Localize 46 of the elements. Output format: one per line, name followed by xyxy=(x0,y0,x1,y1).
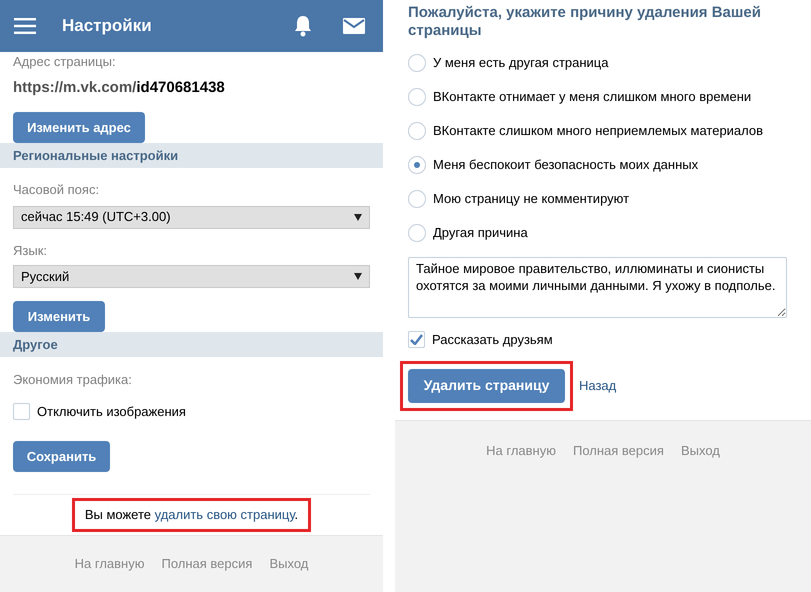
radio-button[interactable] xyxy=(408,156,426,174)
footer-link[interactable]: Полная версия xyxy=(572,440,664,592)
delete-page-link[interactable]: удалить свою страницу xyxy=(154,507,295,522)
button[interactable]: Сохранить xyxy=(13,441,110,472)
field-label: Экономия трафика: xyxy=(12,371,133,389)
radio-label: ВКонтакте отнимает у меня слишком много времени xyxy=(433,88,752,106)
back-link[interactable]: Назад xyxy=(579,376,616,396)
radio-label: ВКонтакте слишком много неприемлемых материалов xyxy=(433,122,764,140)
radio-button[interactable] xyxy=(408,224,426,242)
radio-button[interactable] xyxy=(408,54,426,72)
button[interactable]: Изменить адрес xyxy=(13,112,145,143)
delete-note: Вы можете удалить свою страницу. xyxy=(72,498,312,532)
dropdown-arrow-icon xyxy=(354,273,362,280)
comment-field[interactable]: Тайное мировое правительство, иллюминаты и сионисты охотятся за моими личными данными. Я ухожу в подполье. xyxy=(408,257,787,318)
field-label: Адрес страницы: xyxy=(12,53,117,71)
radio-label: Меня беспокоит безопасность моих данных xyxy=(433,156,698,174)
checkbox[interactable] xyxy=(408,331,425,348)
form-title: Пожалуйста, укажите причину удаления Вашей страницы xyxy=(407,3,762,40)
field-label: Часовой пояс: xyxy=(12,181,100,199)
section-header: Другое xyxy=(0,332,383,357)
bell-icon[interactable] xyxy=(293,15,313,37)
radio-button[interactable] xyxy=(408,122,426,140)
dropdown-arrow-icon xyxy=(354,214,362,220)
menu-icon[interactable] xyxy=(14,18,36,34)
footer-link[interactable]: Полная версия xyxy=(161,554,252,592)
mail-icon[interactable] xyxy=(343,18,365,34)
footer-link[interactable]: На главную xyxy=(74,554,144,592)
header-title: Настройки xyxy=(62,15,153,38)
radio-label: У меня есть другая страница xyxy=(433,54,608,72)
dropdown[interactable]: Русский xyxy=(13,265,370,288)
footer-link[interactable]: Выход xyxy=(269,554,308,592)
page-address: https://m.vk.com/id470681438 xyxy=(12,78,226,98)
footer-link[interactable]: Выход xyxy=(680,440,720,592)
radio-label: Другая причина xyxy=(433,224,528,242)
checkbox[interactable] xyxy=(13,402,30,420)
section-header: Региональные настройки xyxy=(0,143,383,168)
button[interactable]: Удалить страницу xyxy=(408,368,565,402)
checkbox-label: Рассказать друзьям xyxy=(432,331,553,349)
footer-link[interactable]: На главную xyxy=(486,440,556,592)
dropdown[interactable]: сейчас 15:49 (UTC+3.00) xyxy=(13,206,370,228)
radio-label: Мою страницу не комментируют xyxy=(433,190,630,208)
field-label: Язык: xyxy=(12,242,48,260)
button[interactable]: Изменить xyxy=(13,301,105,332)
radio-button[interactable] xyxy=(408,190,426,208)
radio-button[interactable] xyxy=(408,88,426,106)
checkbox-label: Отключить изображения xyxy=(37,402,186,421)
